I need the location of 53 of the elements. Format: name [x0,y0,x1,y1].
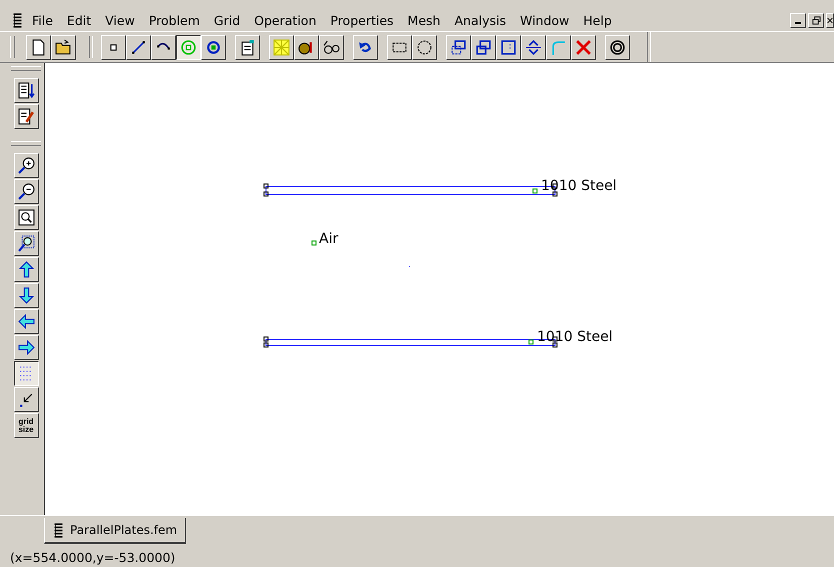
snap-arrow-icon [18,391,34,408]
clipboard-icon [239,38,256,56]
menu-item[interactable]: Properties [330,12,394,28]
coil-icon [53,522,64,538]
menu-item[interactable]: Analysis [454,12,506,28]
up-arrow-icon [18,261,34,278]
zoom-page-icon [18,209,34,226]
down-arrow-icon [18,287,34,304]
menu-item[interactable]: Edit [66,12,92,28]
copy-icon [450,38,467,56]
list-icon [18,82,34,99]
zoom-window-icon [18,235,34,252]
left-arrow-icon [18,313,34,330]
menu-item[interactable]: Help [583,12,612,28]
menu-item[interactable]: Grid [214,12,240,28]
menu-item[interactable]: Mesh [408,12,440,28]
right-arrow-icon [18,339,34,356]
pencil-icon [18,108,34,125]
coil-icon[interactable] [12,12,23,28]
line-icon [130,38,147,56]
toolbar-button[interactable]: grid size [14,413,38,438]
restore-button[interactable] [808,12,824,28]
zoom-out-icon [18,183,34,200]
document-tab[interactable]: ParallelPlates.fem [44,518,186,544]
glasses-icon [323,38,340,56]
material-label: Air [319,231,338,247]
menu-item[interactable]: View [105,12,135,28]
scale-icon [500,38,517,56]
menu-item[interactable]: Problem [148,12,200,28]
menu-item[interactable]: Operation [254,12,316,28]
zoom-in-icon [18,157,34,174]
toolbar-button[interactable] [14,361,38,386]
folder-icon [55,38,72,56]
material-label: 1010 Steel [537,329,613,345]
corner-icon [550,38,567,56]
target-icon [180,38,197,56]
restore-icon [812,16,820,24]
menu-item[interactable]: File [32,12,53,28]
page-icon [30,38,47,56]
status-text: (x=554.0000,y=-53.0000) [10,550,176,565]
circle-icon [416,38,433,56]
close-icon [827,16,833,24]
block-label-marker [312,240,316,246]
minimize-button[interactable] [790,12,806,28]
delete-icon [575,38,592,56]
move-icon [475,38,492,56]
grid-icon [273,38,290,56]
ring-icon [609,38,626,56]
mirror-icon [525,38,542,56]
toolbar-button[interactable] [176,34,201,60]
close-button[interactable] [826,12,834,28]
minimize-icon [795,22,801,24]
menu-item[interactable]: Window [520,12,570,28]
